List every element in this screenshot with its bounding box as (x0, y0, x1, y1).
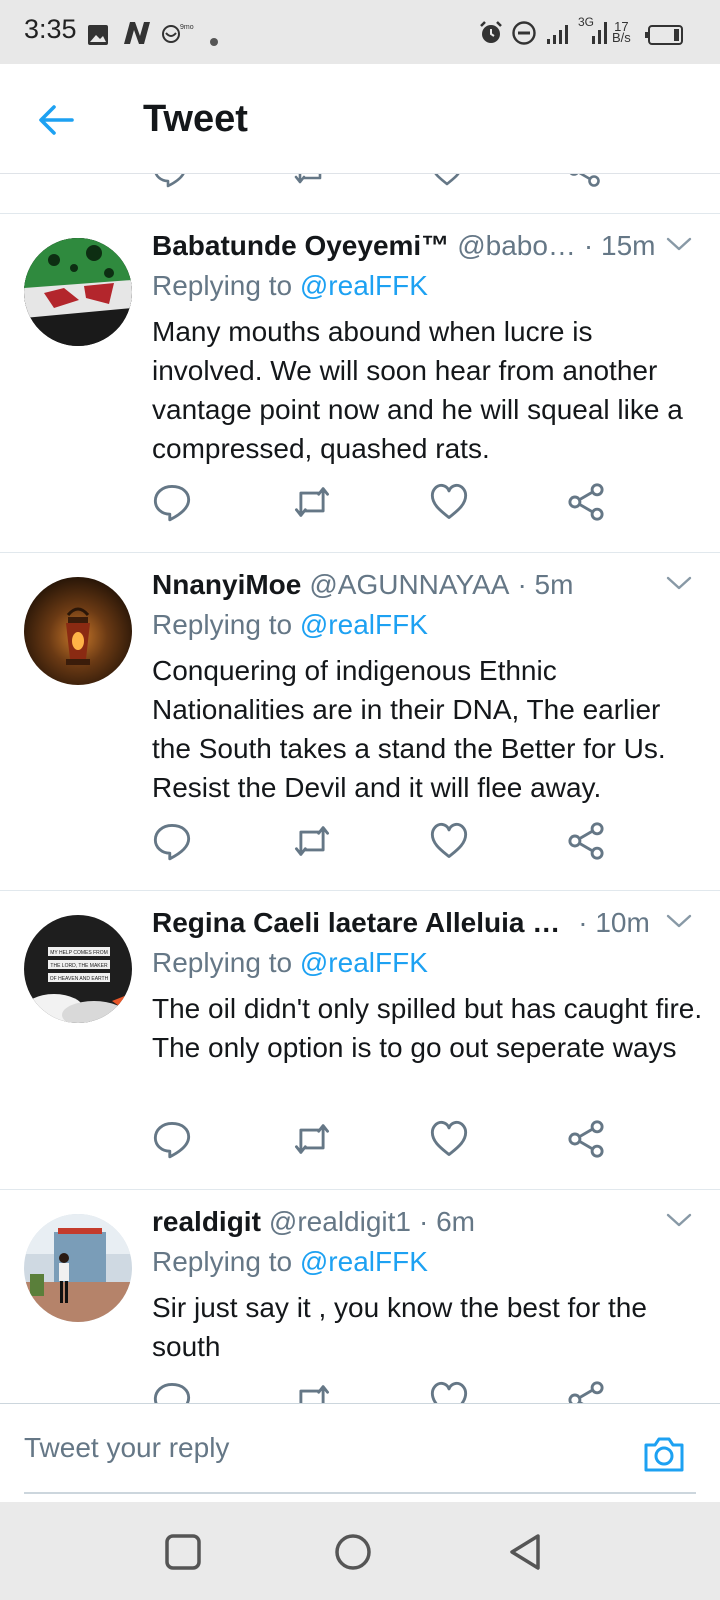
author-name[interactable]: realdigit (152, 1206, 261, 1238)
signal-icon (547, 25, 568, 44)
n-app-icon (124, 22, 150, 44)
replying-to: Replying to @realFFK (152, 270, 428, 301)
tweet-time: · 5m (517, 569, 574, 600)
tweet-time: · 6m (418, 1206, 475, 1237)
author-handle[interactable]: @AGUNNAYAA (309, 569, 509, 601)
tweet-item[interactable]: MY HELP COMES FROM THE LORD, THE MAKER O… (0, 891, 720, 1190)
share-icon[interactable] (566, 174, 602, 188)
tweet-actions (152, 482, 622, 522)
status-bar: 3:35 9mo 3G 17 B/s (0, 0, 720, 64)
mention-link[interactable]: @realFFK (300, 1246, 428, 1277)
back-triangle-icon[interactable] (505, 1532, 545, 1572)
author-name[interactable]: NnanyiMoe (152, 569, 301, 601)
chevron-down-icon[interactable] (666, 911, 692, 931)
previous-tweet-actions (0, 174, 720, 214)
status-time: 3:35 (24, 14, 77, 44)
system-nav-bar (0, 1502, 720, 1600)
reply-bar: Tweet your reply (0, 1403, 720, 1502)
tweet-actions (152, 1119, 622, 1159)
recents-square-icon[interactable] (163, 1532, 203, 1572)
retweet-icon[interactable] (292, 1119, 332, 1159)
chevron-down-icon[interactable] (666, 234, 692, 254)
chevron-down-icon[interactable] (666, 573, 692, 593)
app-header: Tweet (0, 64, 720, 174)
reply-underline (24, 1492, 696, 1494)
retweet-icon[interactable] (292, 821, 332, 861)
reply-icon[interactable] (152, 1380, 192, 1403)
replying-to: Replying to @realFFK (152, 609, 428, 640)
dnd-icon (512, 21, 536, 45)
mention-link[interactable]: @realFFK (300, 270, 428, 301)
dot-icon (210, 38, 218, 46)
home-circle-icon[interactable] (333, 1532, 373, 1572)
tweet-item[interactable]: realdigit @realdigit1 · 6m Replying to @… (0, 1190, 720, 1403)
arrow-left-icon[interactable] (36, 100, 76, 140)
replying-to: Replying to @realFFK (152, 1246, 428, 1277)
signal-3g-icon: 3G (578, 14, 610, 48)
tweet-item[interactable]: NnanyiMoe @AGUNNAYAA · 5m Replying to @r… (0, 553, 720, 891)
like-icon[interactable] (429, 1380, 469, 1403)
battery-icon (645, 25, 683, 45)
tweet-item[interactable]: Babatunde Oyeyemi™ @babo… · 15m Replying… (0, 214, 720, 553)
like-icon[interactable] (429, 1119, 469, 1159)
like-icon[interactable] (429, 821, 469, 861)
reply-icon[interactable] (152, 821, 192, 861)
share-icon[interactable] (566, 482, 606, 522)
author-name[interactable]: Regina Caeli laetare Alleluia … (152, 907, 560, 939)
network-speed: 17 B/s (612, 19, 631, 45)
retweet-icon[interactable] (292, 482, 332, 522)
tweet-time: · 10m (578, 907, 650, 938)
reply-icon[interactable] (152, 482, 192, 522)
author-name[interactable]: Babatunde Oyeyemi™ (152, 230, 449, 262)
avatar[interactable] (24, 577, 132, 685)
retweet-icon[interactable] (292, 1380, 332, 1403)
tweet-text: Sir just say it , you know the best for … (152, 1292, 647, 1362)
like-icon[interactable] (429, 482, 469, 522)
author-handle[interactable]: @realdigit1 (269, 1206, 411, 1238)
notification-app-icon: 9mo (162, 24, 194, 43)
image-icon (88, 25, 108, 45)
reply-icon[interactable] (152, 1119, 192, 1159)
share-icon[interactable] (566, 821, 606, 861)
like-icon[interactable] (429, 174, 465, 188)
svg-text:3G: 3G (578, 15, 594, 29)
share-icon[interactable] (566, 1119, 606, 1159)
tweet-text: Many mouths abound when lucre is involve… (152, 316, 683, 464)
tweet-time: · 15m (583, 230, 656, 261)
avatar[interactable]: MY HELP COMES FROM THE LORD, THE MAKER O… (24, 915, 132, 1023)
avatar[interactable] (24, 238, 132, 346)
author-handle[interactable]: @babo… (457, 230, 576, 262)
tweet-actions (152, 821, 622, 861)
reply-input[interactable]: Tweet your reply (24, 1432, 229, 1464)
svg-text:MY HELP COMES FROM: MY HELP COMES FROM (50, 950, 108, 956)
chevron-down-icon[interactable] (666, 1210, 692, 1230)
svg-text:9mo: 9mo (180, 24, 194, 31)
share-icon[interactable] (566, 1380, 606, 1403)
retweet-icon[interactable] (292, 174, 328, 188)
tweet-text: The oil didn't only spilled but has caug… (152, 993, 703, 1063)
tweet-actions (152, 1380, 622, 1403)
replying-to: Replying to @realFFK (152, 947, 428, 978)
mention-link[interactable]: @realFFK (300, 947, 428, 978)
svg-text:OF HEAVEN AND EARTH: OF HEAVEN AND EARTH (50, 976, 109, 982)
reply-icon[interactable] (152, 174, 188, 188)
svg-text:THE LORD, THE MAKER: THE LORD, THE MAKER (50, 963, 108, 969)
alarm-icon (480, 21, 502, 43)
avatar[interactable] (24, 1214, 132, 1322)
mention-link[interactable]: @realFFK (300, 609, 428, 640)
camera-icon[interactable] (642, 1434, 686, 1474)
tweet-text: Conquering of indigenous Ethnic National… (152, 655, 666, 803)
page-title: Tweet (143, 98, 248, 140)
